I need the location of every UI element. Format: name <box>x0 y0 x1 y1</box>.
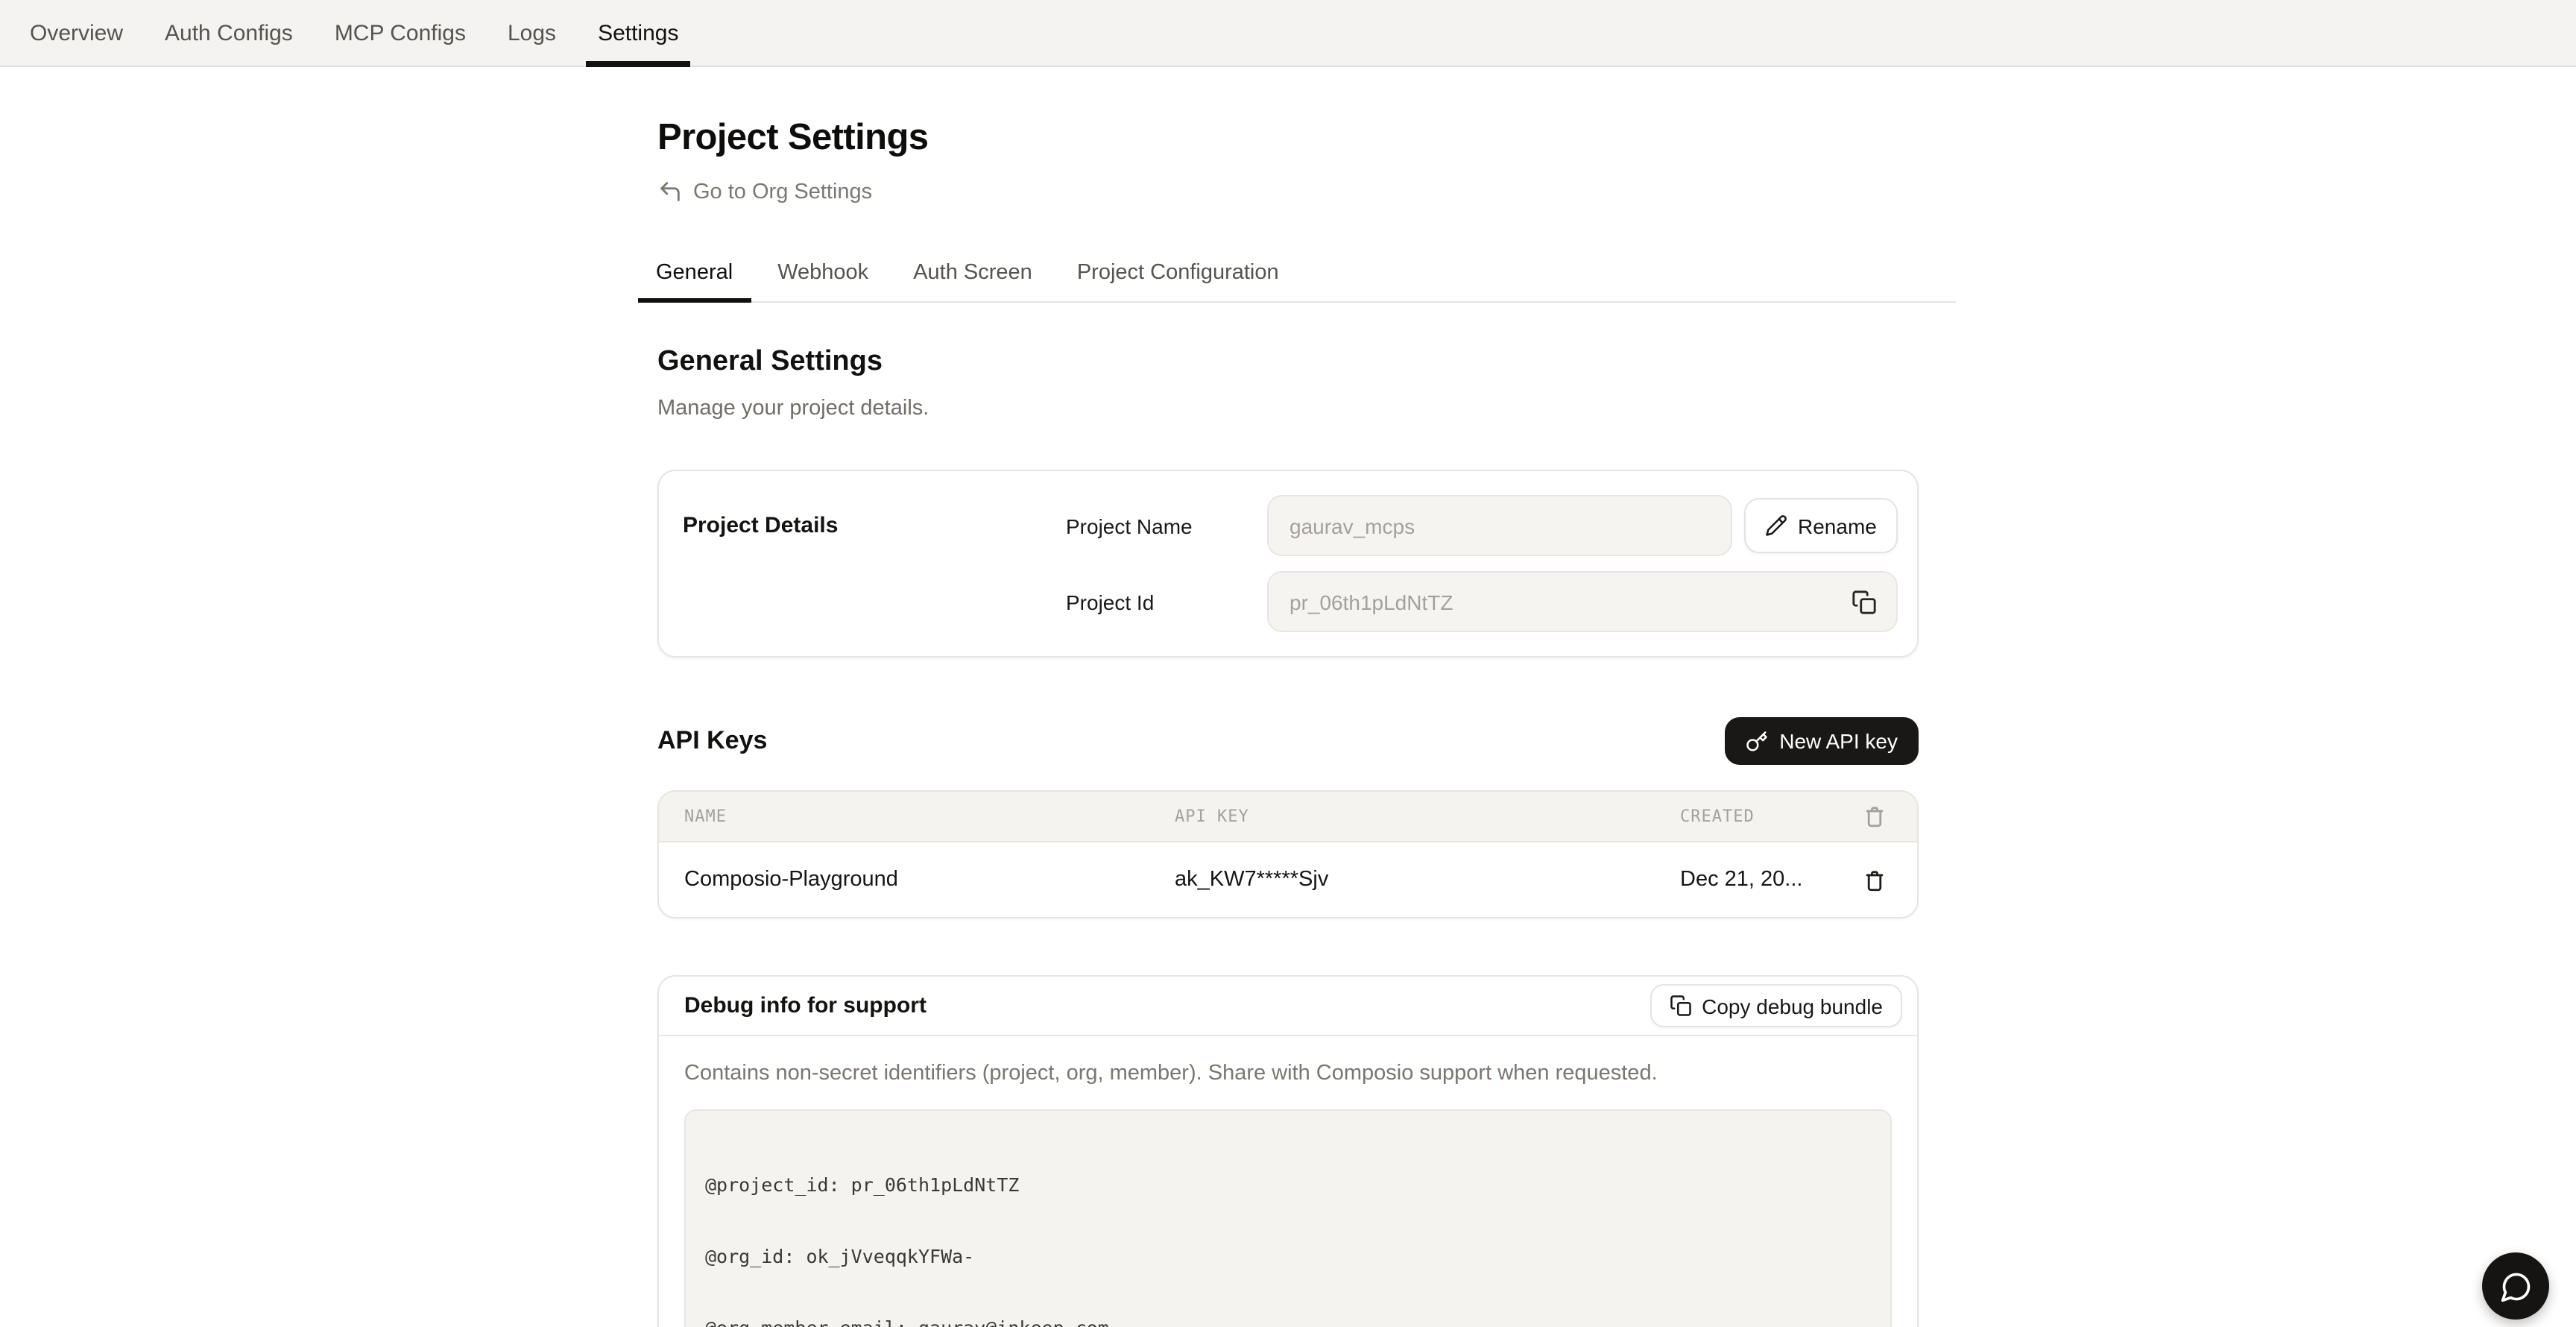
page-header: Project Settings Go to Org Settings <box>657 67 1919 212</box>
rename-label: Rename <box>1798 514 1877 538</box>
debug-code-block: @project_id: pr_06th1pLdNtTZ @org_id: ok… <box>684 1109 1892 1327</box>
project-name-label: Project Name <box>1066 514 1267 538</box>
debug-info-card: Debug info for support Copy debug bundle… <box>657 975 1919 1327</box>
nav-item-auth-configs[interactable]: Auth Configs <box>153 0 305 66</box>
code-line: @project_id: pr_06th1pLdNtTZ <box>705 1173 1871 1197</box>
project-id-label: Project Id <box>1066 590 1267 614</box>
general-settings-subheading: Manage your project details. <box>657 397 1919 420</box>
go-to-org-settings-label: Go to Org Settings <box>693 180 872 204</box>
debug-card-header: Debug info for support Copy debug bundle <box>659 977 1917 1036</box>
rename-button[interactable]: Rename <box>1744 498 1898 553</box>
general-tab-panel: General Settings Manage your project det… <box>657 344 1919 1327</box>
project-details-card: Project Details Project Name gaurav_mcps… <box>657 470 1919 658</box>
key-icon <box>1745 730 1767 752</box>
page: Overview Auth Configs MCP Configs Logs S… <box>0 0 2576 1327</box>
general-settings-heading: General Settings <box>657 344 1919 380</box>
top-nav: Overview Auth Configs MCP Configs Logs S… <box>0 0 2576 67</box>
chat-bubble-icon <box>2499 1270 2532 1302</box>
nav-item-overview[interactable]: Overview <box>18 0 135 66</box>
api-keys-heading: API Keys <box>657 726 767 756</box>
delete-api-key-button[interactable] <box>1862 867 1887 892</box>
project-id-row: Project Id pr_06th1pLdNtTZ <box>1066 571 1898 632</box>
api-key-created-cell: Dec 21, 20... <box>1680 868 1825 892</box>
page-title: Project Settings <box>657 118 1919 160</box>
project-name-field[interactable]: gaurav_mcps <box>1267 495 1732 556</box>
nav-item-mcp-configs[interactable]: MCP Configs <box>323 0 478 66</box>
table-row: Composio-Playground ak_KW7*****Sjv Dec 2… <box>659 842 1917 917</box>
copy-debug-bundle-label: Copy debug bundle <box>1702 994 1883 1018</box>
new-api-key-label: New API key <box>1779 729 1898 753</box>
tab-auth-screen[interactable]: Auth Screen <box>895 261 1050 303</box>
project-details-heading: Project Details <box>683 495 1066 632</box>
project-id-field[interactable]: pr_06th1pLdNtTZ <box>1267 571 1898 632</box>
code-line: @org_member_email: gaurav@inkeep.com <box>705 1317 1871 1327</box>
debug-card-title: Debug info for support <box>684 993 926 1018</box>
api-key-actions-cell <box>1825 867 1917 892</box>
api-keys-table: NAME API KEY CREATED Composio-Playground… <box>657 790 1919 918</box>
column-header-api-key: API KEY <box>1175 807 1680 826</box>
column-header-actions <box>1825 804 1917 829</box>
go-to-org-settings-link[interactable]: Go to Org Settings <box>657 179 872 204</box>
chat-fab-button[interactable] <box>2482 1252 2549 1320</box>
nav-item-logs[interactable]: Logs <box>496 0 568 66</box>
tab-project-configuration[interactable]: Project Configuration <box>1059 261 1297 303</box>
tab-general[interactable]: General <box>638 261 751 303</box>
code-line: @org_id: ok_jVveqqkYFWa- <box>705 1245 1871 1269</box>
new-api-key-button[interactable]: New API key <box>1724 717 1919 765</box>
nav-item-settings[interactable]: Settings <box>586 0 690 66</box>
tab-webhook[interactable]: Webhook <box>760 261 886 303</box>
trash-icon <box>1862 867 1887 892</box>
project-details-fields: Project Name gaurav_mcps Rename <box>1066 495 1898 632</box>
copy-icon <box>1669 995 1691 1017</box>
corner-up-left-icon <box>657 179 683 204</box>
column-header-created: CREATED <box>1680 807 1825 826</box>
api-key-value-cell: ak_KW7*****Sjv <box>1175 868 1680 892</box>
api-keys-header: API Keys New API key <box>657 717 1919 765</box>
copy-icon <box>1852 589 1877 614</box>
debug-note: Contains non-secret identifiers (project… <box>684 1062 1892 1085</box>
project-id-value: pr_06th1pLdNtTZ <box>1289 590 1453 614</box>
content-column: Project Settings Go to Org Settings Gene… <box>638 67 1956 1327</box>
column-header-name: NAME <box>659 807 1175 826</box>
api-keys-table-header: NAME API KEY CREATED <box>659 792 1917 842</box>
pencil-icon <box>1765 514 1787 537</box>
settings-tabs: General Webhook Auth Screen Project Conf… <box>638 261 1956 303</box>
copy-debug-bundle-button[interactable]: Copy debug bundle <box>1650 984 1902 1027</box>
copy-project-id-button[interactable] <box>1849 586 1880 617</box>
project-name-row: Project Name gaurav_mcps Rename <box>1066 495 1898 556</box>
api-key-name-cell: Composio-Playground <box>659 868 1175 892</box>
trash-icon <box>1862 804 1887 829</box>
